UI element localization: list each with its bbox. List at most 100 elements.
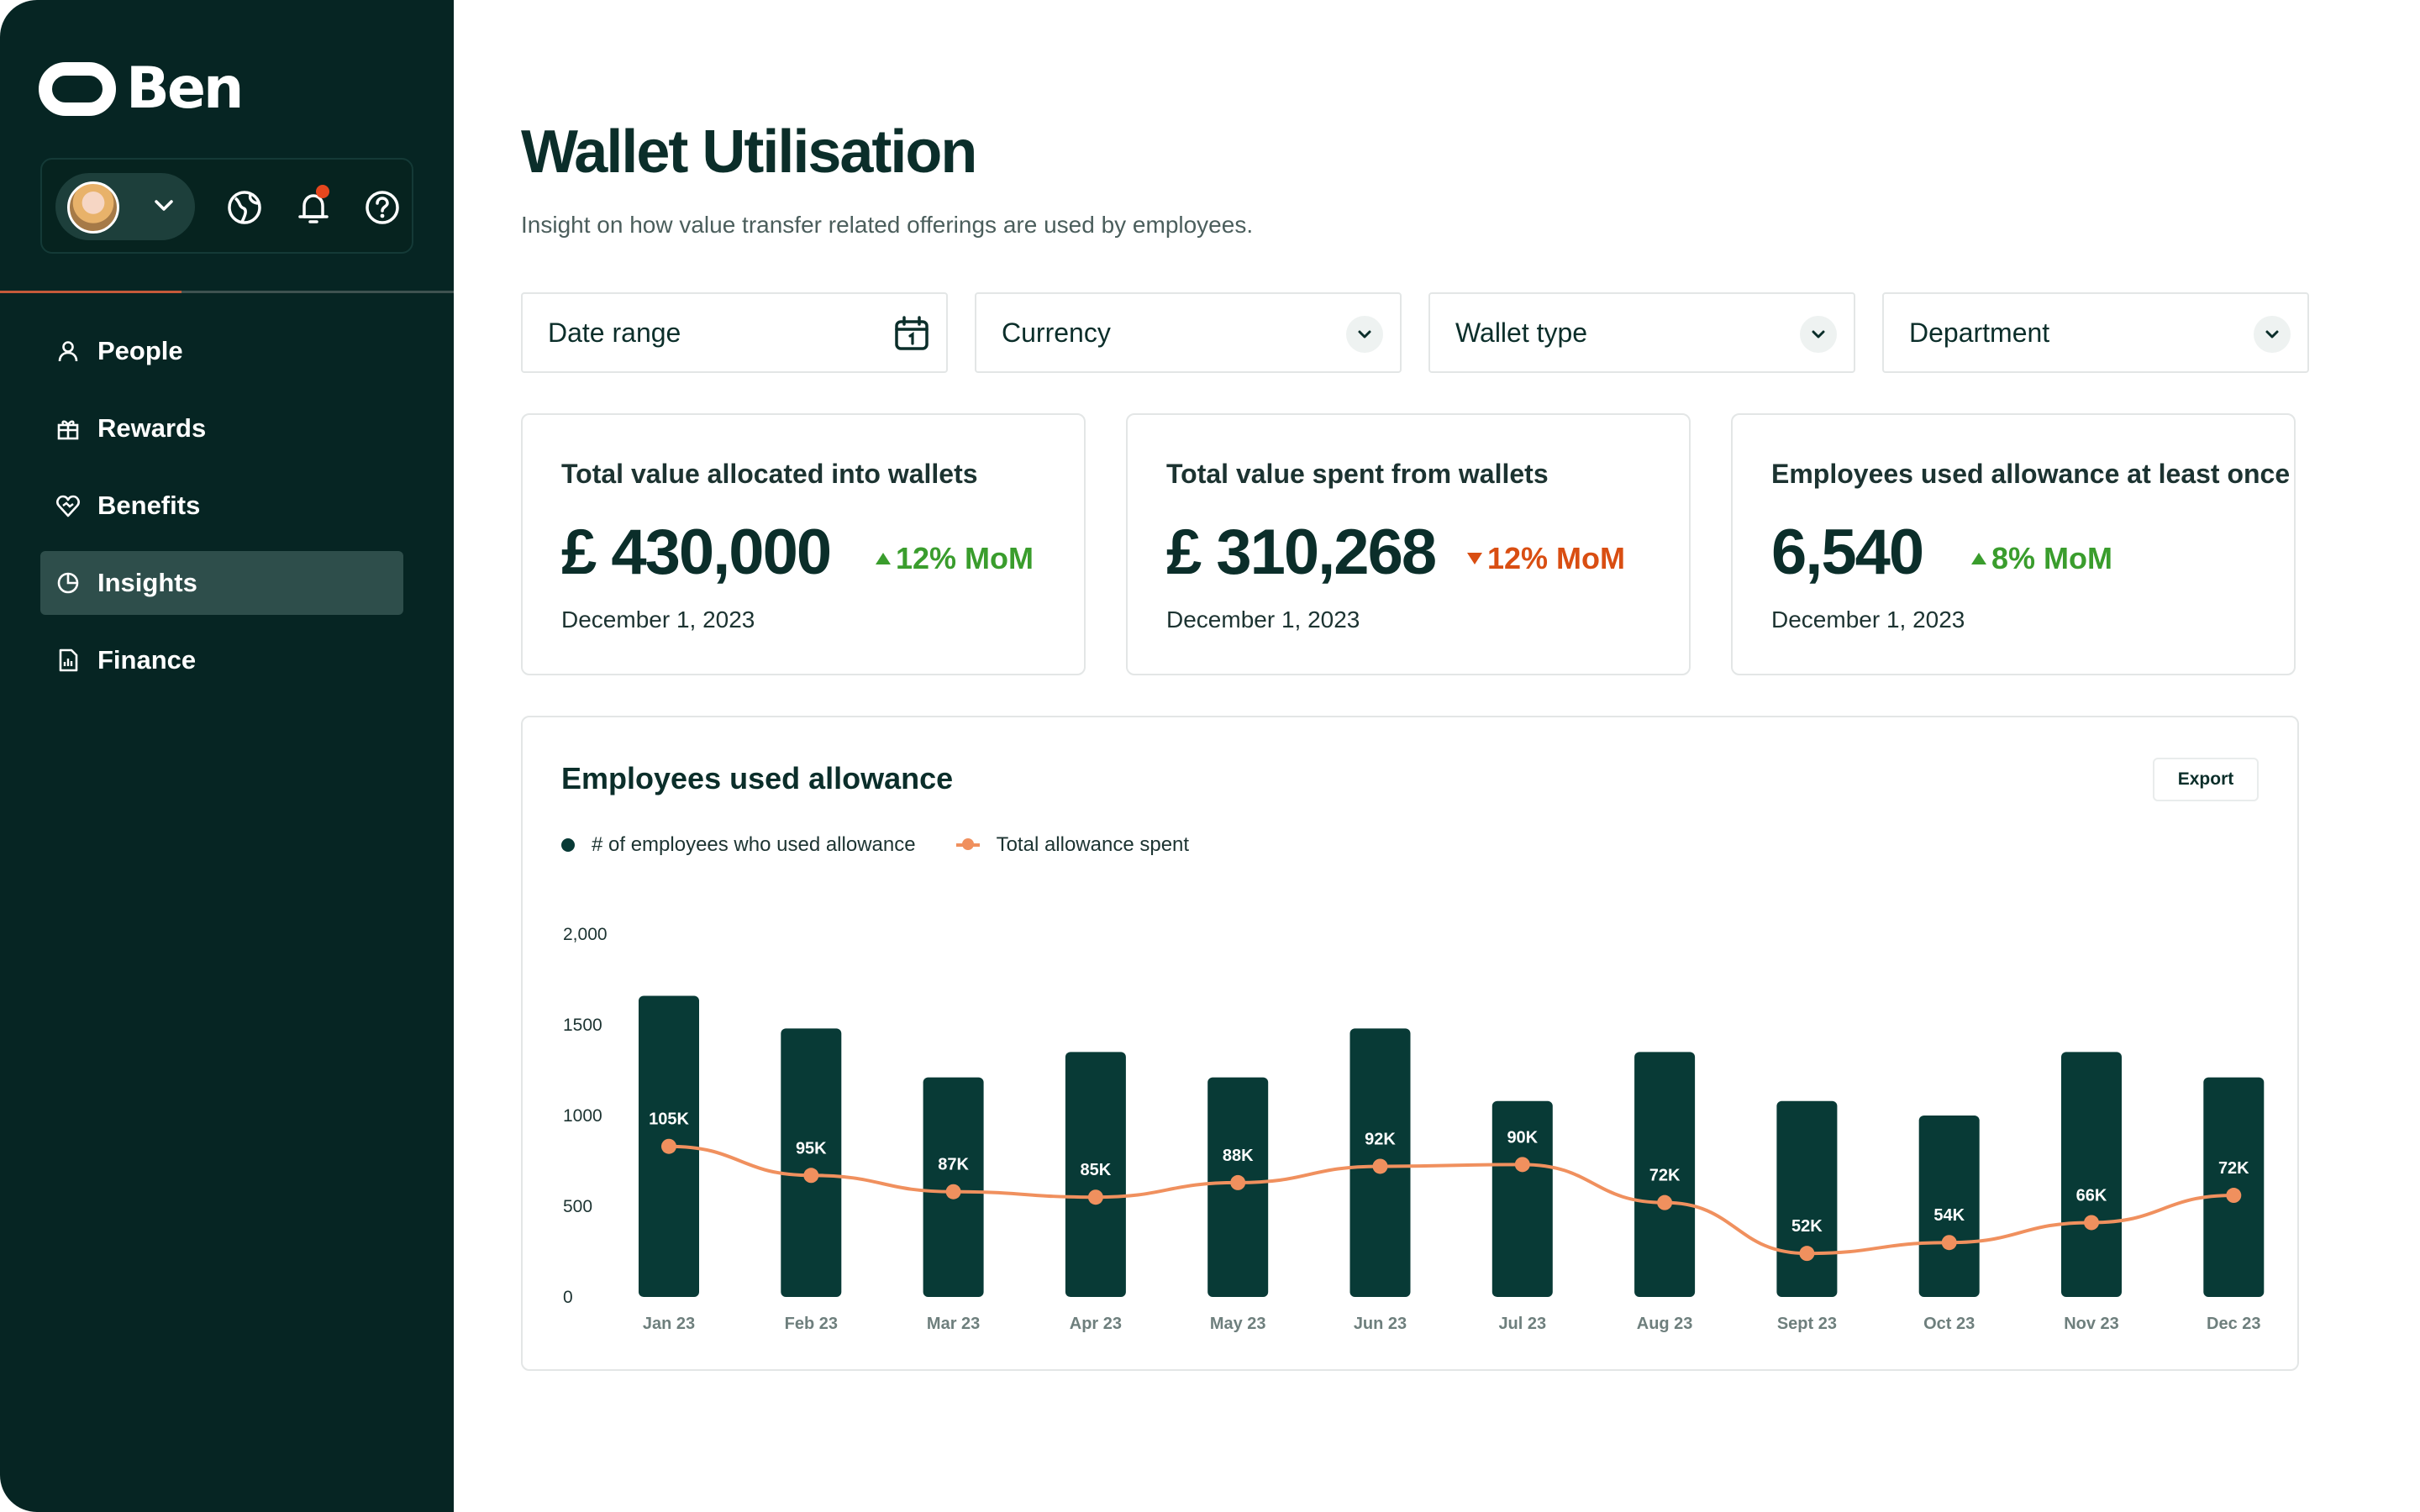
x-tick-label: Jan 23: [643, 1315, 695, 1333]
x-tick-label: Jul 23: [1498, 1315, 1546, 1333]
line-point: [1799, 1246, 1815, 1262]
sidebar-nav: People Rewards Benefits Insights Finance: [40, 319, 403, 706]
globe-icon[interactable]: [225, 188, 264, 227]
series-line-total-spent: [668, 1144, 2234, 1256]
help-icon[interactable]: [363, 188, 402, 227]
sidebar-item-label: Benefits: [97, 491, 201, 520]
avatar: [67, 181, 119, 234]
chart-bar: [2061, 1052, 2122, 1297]
data-label: 72K: [2218, 1159, 2249, 1178]
x-tick-label: Apr 23: [1070, 1315, 1122, 1333]
sidebar-item-label: Rewards: [97, 413, 207, 443]
date-range-label: Date range: [548, 317, 681, 348]
y-tick-label: 1000: [563, 1106, 602, 1126]
sidebar-item-label: Finance: [97, 645, 197, 675]
y-tick-label: 1500: [563, 1016, 602, 1035]
line-point: [1230, 1174, 1246, 1190]
data-label: 88K: [1223, 1147, 1254, 1165]
kpi-value: £ 430,000: [561, 517, 832, 588]
kpi-value: £ 310,268: [1166, 517, 1437, 588]
sidebar-item-benefits[interactable]: Benefits: [40, 474, 403, 538]
chart-bar: [781, 1028, 842, 1297]
kpi-date: December 1, 2023: [1771, 606, 1965, 633]
x-tick-label: Oct 23: [1923, 1315, 1975, 1333]
finance-report-icon: [59, 648, 78, 672]
sidebar-divider: [0, 291, 454, 293]
x-tick-label: Mar 23: [927, 1315, 980, 1333]
account-menu-button[interactable]: [55, 173, 195, 240]
x-tick-label: Nov 23: [2064, 1315, 2119, 1333]
chevron-down-icon: [2254, 316, 2291, 353]
sidebar-item-finance[interactable]: Finance: [40, 628, 403, 692]
kpi-card-spent: Total value spent from wallets £ 310,268…: [1126, 413, 1691, 675]
page-subtitle: Insight on how value transfer related of…: [521, 212, 1254, 238]
department-filter[interactable]: Department: [1882, 292, 2309, 373]
calendar-icon: [895, 316, 929, 350]
kpi-delta: 12% MoM: [1465, 541, 1625, 576]
data-label: 95K: [796, 1139, 827, 1158]
chevron-down-icon: [1346, 316, 1383, 353]
x-tick-label: Feb 23: [785, 1315, 838, 1333]
brand-name: Ben: [126, 55, 244, 122]
wallet-type-label: Wallet type: [1455, 317, 1588, 348]
page-title: Wallet Utilisation: [521, 118, 977, 186]
data-label: 90K: [1507, 1128, 1538, 1147]
kpi-delta-text: 8% MoM: [1991, 541, 2112, 575]
line-point: [945, 1184, 961, 1200]
kpi-date: December 1, 2023: [561, 606, 755, 633]
currency-filter[interactable]: Currency: [975, 292, 1402, 373]
brand-logo[interactable]: Ben: [39, 55, 244, 122]
data-label: 72K: [1649, 1167, 1681, 1185]
x-tick-label: May 23: [1210, 1315, 1266, 1333]
sidebar-item-label: Insights: [97, 568, 197, 597]
line-point: [1941, 1235, 1957, 1251]
data-label: 92K: [1365, 1130, 1396, 1148]
chart-card: Employees used allowance Export # of emp…: [521, 716, 2299, 1371]
sidebar-item-people[interactable]: People: [40, 319, 403, 383]
gift-icon: [57, 420, 79, 440]
sidebar-item-insights[interactable]: Insights: [40, 551, 403, 615]
chevron-down-icon: [1800, 316, 1837, 353]
heart-shield-icon: [56, 495, 80, 517]
kpi-card-employees: Employees used allowance at least once 6…: [1731, 413, 2296, 675]
data-label: 85K: [1081, 1161, 1112, 1179]
kpi-delta-text: 12% MoM: [1487, 541, 1626, 575]
logo-mark-icon: [39, 61, 116, 116]
x-tick-label: Jun 23: [1354, 1315, 1407, 1333]
data-label: 52K: [1791, 1217, 1823, 1236]
currency-label: Currency: [1002, 317, 1111, 348]
data-label: 66K: [2076, 1186, 2107, 1205]
kpi-delta: 8% MoM: [1970, 541, 2112, 576]
line-point: [803, 1168, 819, 1184]
triangle-up-icon: [1971, 553, 1986, 564]
sidebar-item-rewards[interactable]: Rewards: [40, 396, 403, 460]
sidebar-item-label: People: [97, 336, 183, 365]
allowance-chart: 0 500 1000 1500 2,000 Jan 23 Feb 23 Mar 23 Apr 2…: [563, 925, 2265, 1333]
data-label: 54K: [1933, 1206, 1965, 1225]
chart-bar: [2203, 1077, 2265, 1297]
person-icon: [58, 341, 78, 362]
wallet-type-filter[interactable]: Wallet type: [1428, 292, 1855, 373]
user-toolbar: [40, 158, 413, 254]
notification-dot: [316, 185, 329, 198]
line-point: [1372, 1158, 1388, 1174]
sidebar: Ben People Rewards Benefits Insights Fin…: [0, 0, 454, 1512]
y-tick-label: 2,000: [563, 925, 608, 944]
kpi-value: 6,540: [1771, 517, 1924, 588]
triangle-down-icon: [1467, 553, 1482, 564]
line-point: [661, 1138, 676, 1154]
data-label: 105K: [649, 1110, 689, 1129]
kpi-card-allocated: Total value allocated into wallets £ 430…: [521, 413, 1086, 675]
date-range-filter[interactable]: Date range: [521, 292, 948, 373]
line-point: [1657, 1194, 1673, 1210]
kpi-date: December 1, 2023: [1166, 606, 1360, 633]
line-point: [2084, 1215, 2099, 1231]
kpi-delta-text: 12% MoM: [896, 541, 1034, 575]
line-point: [1514, 1157, 1530, 1173]
kpi-delta: 12% MoM: [874, 541, 1034, 576]
data-label: 87K: [938, 1156, 969, 1174]
y-tick-label: 500: [563, 1197, 592, 1216]
chart-bar: [1776, 1100, 1838, 1297]
line-point: [1087, 1189, 1103, 1205]
x-tick-label: Sept 23: [1777, 1315, 1837, 1333]
